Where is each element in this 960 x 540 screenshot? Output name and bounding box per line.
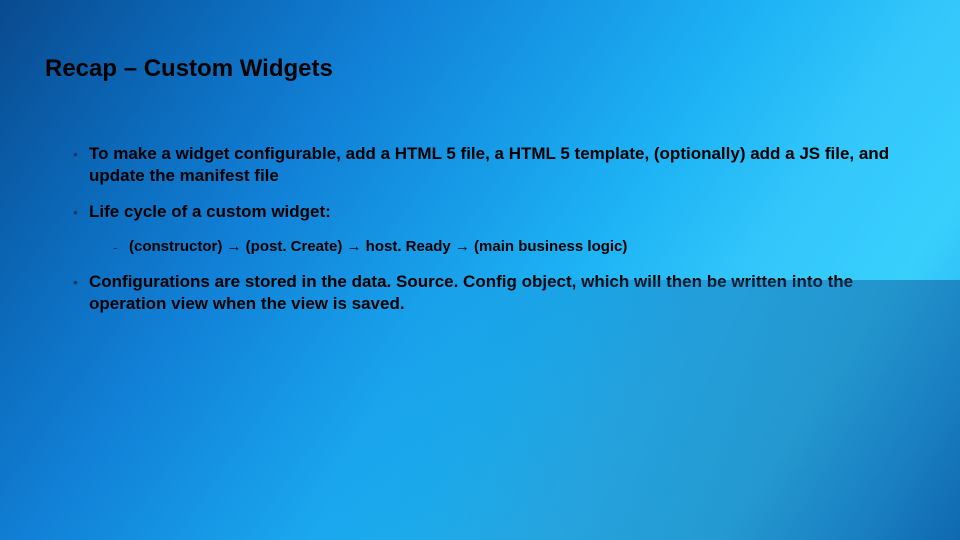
slide-title: Recap – Custom Widgets (45, 55, 915, 83)
bullet-icon: • (73, 143, 89, 165)
dash-icon: - (113, 237, 129, 257)
bullet-item: • Life cycle of a custom widget: (73, 201, 915, 223)
slide-content: • To make a widget configurable, add a H… (73, 143, 915, 315)
bullet-text: Life cycle of a custom widget: (89, 201, 331, 223)
bullet-text: To make a widget configurable, add a HTM… (89, 143, 915, 187)
slide: Recap – Custom Widgets • To make a widge… (0, 0, 960, 540)
bullet-text: Configurations are stored in the data. S… (89, 271, 915, 315)
bullet-item: • Configurations are stored in the data.… (73, 271, 915, 315)
sub-bullet-item: - (constructor) → (post. Create) → host.… (113, 237, 915, 257)
sub-bullet-text: (constructor) → (post. Create) → host. R… (129, 237, 627, 257)
bullet-icon: • (73, 201, 89, 223)
bullet-icon: • (73, 271, 89, 293)
bullet-item: • To make a widget configurable, add a H… (73, 143, 915, 187)
